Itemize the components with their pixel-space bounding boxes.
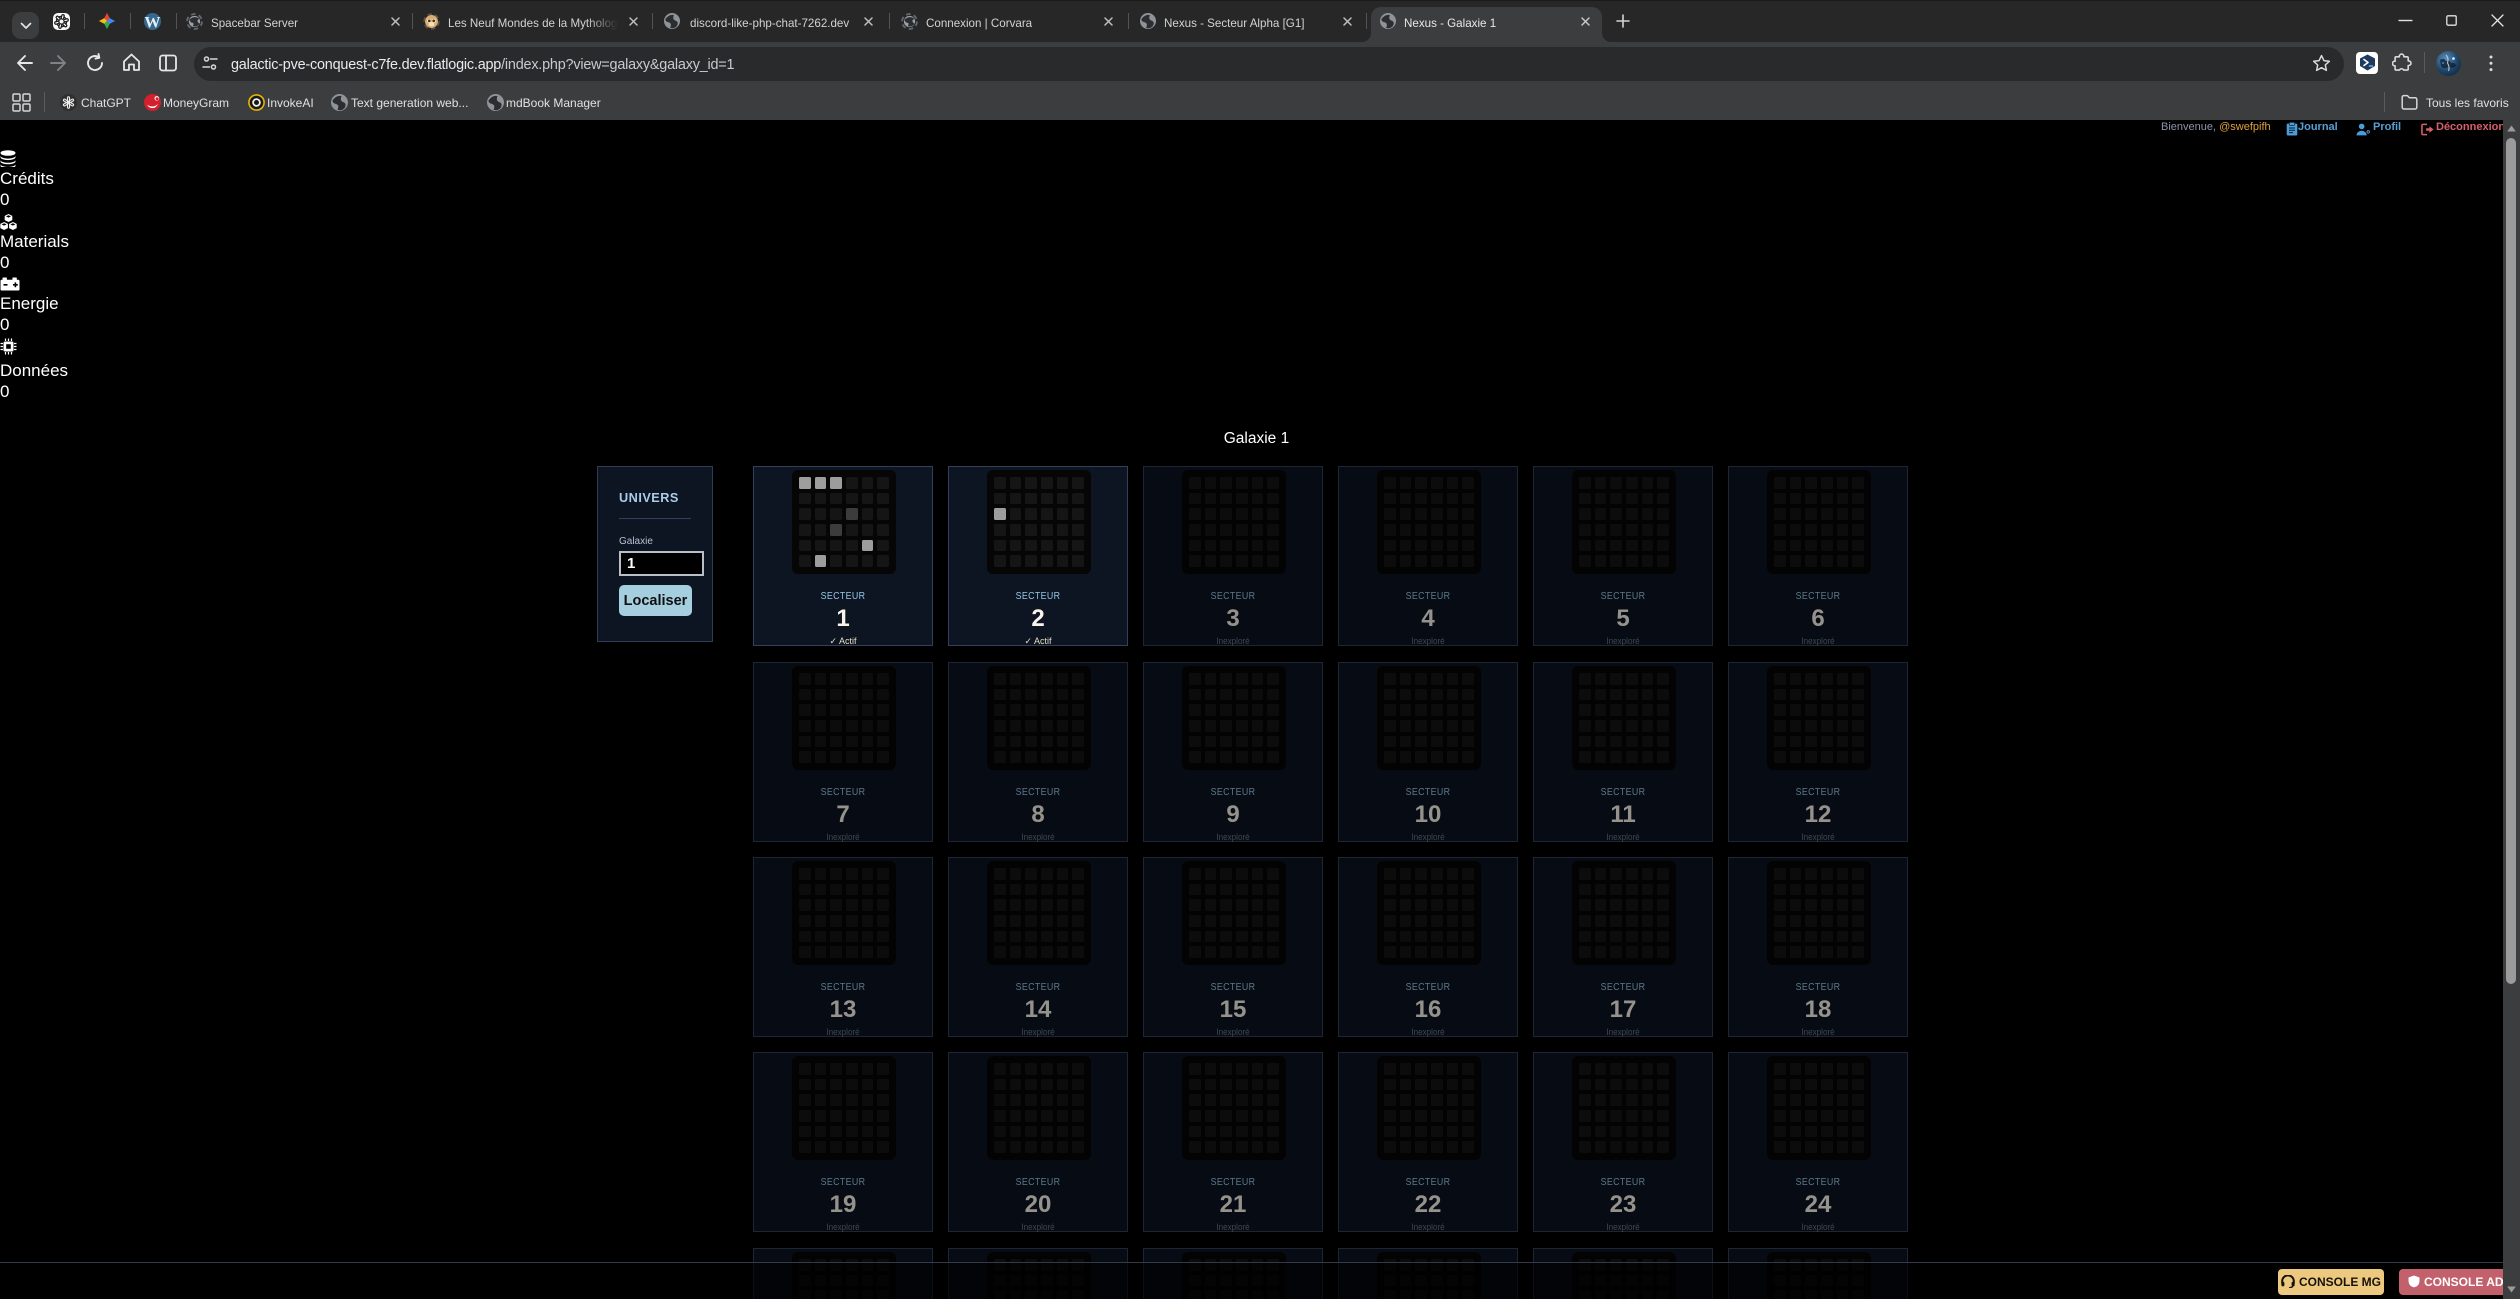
svg-text:W: W bbox=[144, 14, 160, 30]
